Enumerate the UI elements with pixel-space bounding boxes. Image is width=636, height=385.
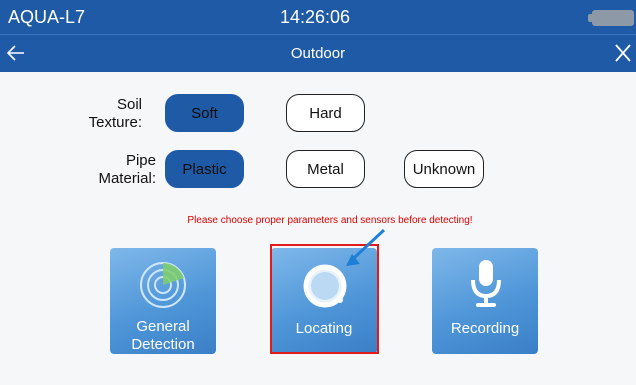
general-detection-label: General Detection bbox=[131, 318, 195, 353]
radar-icon bbox=[140, 262, 186, 308]
page-title: Outdoor bbox=[290, 45, 346, 62]
microphone-icon bbox=[471, 260, 501, 307]
battery-icon bbox=[588, 10, 634, 26]
close-icon[interactable] bbox=[612, 41, 634, 65]
general-detection-button[interactable]: General Detection bbox=[110, 248, 216, 354]
soil-soft-option[interactable]: Soft bbox=[165, 94, 244, 132]
recording-label: Recording bbox=[450, 320, 520, 337]
pointer-arrow-icon bbox=[346, 228, 386, 266]
pipe-unknown-option[interactable]: Unknown bbox=[404, 150, 484, 188]
title-bar: Outdoor bbox=[0, 34, 636, 72]
soil-texture-label: Soil Texture: bbox=[88, 96, 142, 131]
pipe-plastic-option[interactable]: Plastic bbox=[165, 150, 244, 188]
clock: 14:26:06 bbox=[280, 7, 351, 27]
device-name: AQUA-L7 bbox=[8, 7, 86, 27]
warning-notice: Please choose proper parameters and sens… bbox=[187, 215, 473, 226]
recording-button[interactable]: Recording bbox=[432, 248, 538, 354]
pipe-material-label: Pipe Material: bbox=[98, 152, 156, 187]
pipe-metal-option[interactable]: Metal bbox=[286, 150, 365, 188]
soil-hard-option[interactable]: Hard bbox=[286, 94, 365, 132]
status-bar: AQUA-L7 14:26:06 bbox=[0, 0, 636, 34]
